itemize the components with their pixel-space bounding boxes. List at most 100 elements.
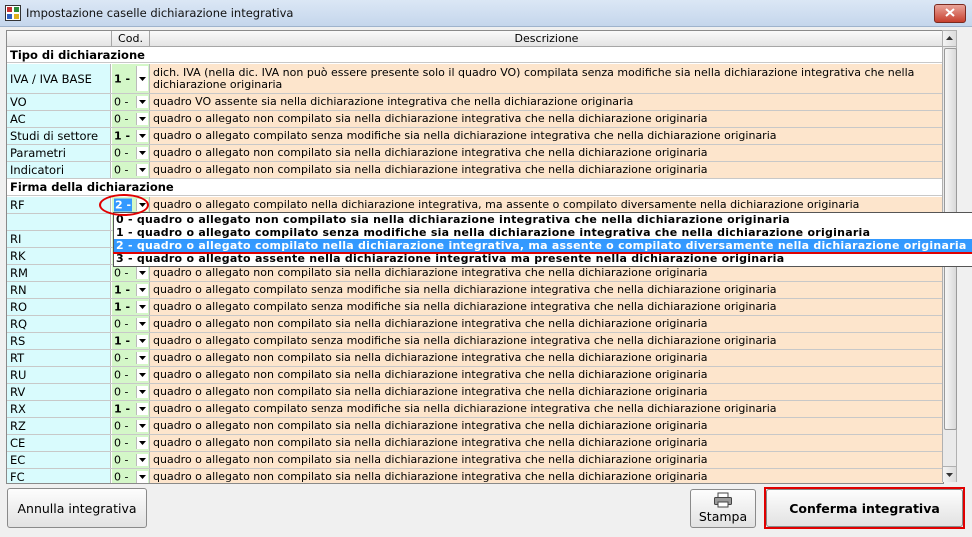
code-select[interactable]: 0 - [112,418,150,434]
cancel-integrative-button[interactable]: Annulla integrativa [7,488,147,528]
chevron-down-icon [139,271,146,275]
row-name: Indicatori [7,162,111,178]
row-name: RZ [7,418,111,434]
header-description: Descrizione [150,31,943,47]
code-select[interactable]: 1 - [112,401,150,417]
table-row: RZ 0 - quadro o allegato non compilato sia… [7,418,943,435]
row-description: quadro o allegato non compilato sia nell… [150,452,943,468]
app-icon [5,5,21,21]
printer-icon [714,492,732,508]
dropdown-button[interactable] [136,164,148,176]
row-description: quadro o allegato non compilato sia nell… [150,265,943,281]
code-select[interactable]: 0 - [112,367,150,383]
code-value: 1 - [114,300,131,314]
code-select[interactable]: 0 - [112,469,150,483]
row-description: quadro o allegato non compilato sia nell… [150,145,943,161]
row-name: RS [7,333,111,349]
chevron-down-icon [139,475,146,479]
table-row: EC 0 - quadro o allegato non compilato sia… [7,452,943,469]
row-name: CE [7,435,111,451]
dropdown-button[interactable] [136,335,148,347]
dropdown-button[interactable] [136,352,148,364]
dropdown-button[interactable] [136,301,148,313]
highlight-box [764,487,965,529]
row-name: RT [7,350,111,366]
row-name: RX [7,401,111,417]
row-description: quadro o allegato non compilato sia nell… [150,316,943,332]
dropdown-button[interactable] [136,454,148,466]
row-name: Studi di settore [7,128,111,144]
table-row: RN 1 - quadro o allegato compilato senza m… [7,282,943,299]
table-row: Studi di settore 1 - quadro o allegato com… [7,128,943,145]
dropdown-button[interactable] [136,318,148,330]
dropdown-button[interactable] [136,113,148,125]
code-select[interactable]: 1 - [112,128,150,144]
row-name [7,214,111,230]
code-select[interactable]: 1 - [112,299,150,315]
chevron-down-icon [139,441,146,445]
code-dropdown-list[interactable]: 0 - quadro o allegato non compilato sia … [113,212,972,267]
chevron-down-icon [139,151,146,155]
dropdown-button[interactable] [136,403,148,415]
chevron-down-icon [139,424,146,428]
dropdown-option[interactable]: 1 - quadro o allegato compilato senza mo… [114,226,972,239]
dropdown-button[interactable] [136,437,148,449]
code-select[interactable]: 1 - [112,64,150,93]
code-select[interactable]: 0 - [112,111,150,127]
table-row: AC 0 - quadro o allegato non compilato sia… [7,111,943,128]
code-value: 0 - [114,163,129,177]
chevron-down-icon [139,458,146,462]
code-select[interactable]: 0 - [112,162,150,178]
table-row: RU 0 - quadro o allegato non compilato sia… [7,367,943,384]
row-description: quadro o allegato non compilato sia nell… [150,469,943,483]
code-value: 1 - [114,402,131,416]
scroll-up-arrow[interactable] [943,31,956,47]
code-select[interactable]: 0 - [112,350,150,366]
chevron-down-icon [139,168,146,172]
code-select[interactable]: 0 - [112,384,150,400]
print-button-label: Stampa [698,509,748,524]
dropdown-button[interactable] [136,147,148,159]
code-select[interactable]: 0 - [112,452,150,468]
dropdown-button[interactable] [136,66,148,91]
code-value: 0 - [114,436,129,450]
row-description: quadro o allegato compilato senza modifi… [150,333,943,349]
code-select[interactable]: 1 - [112,282,150,298]
chevron-down-icon [139,76,146,81]
dropdown-button[interactable] [136,284,148,296]
code-value: 1 - [114,72,131,85]
table-row: RM 0 - quadro o allegato non compilato sia… [7,265,943,282]
dropdown-button[interactable] [136,420,148,432]
code-value: 0 - [114,368,129,382]
table-row: IVA / IVA BASE 1 - dich. IVA (nella dic. I… [7,64,943,94]
code-select[interactable]: 0 - [112,435,150,451]
code-value: 0 - [114,266,129,280]
close-button[interactable] [934,4,966,23]
code-select[interactable]: 1 - [112,333,150,349]
table-row: RS 1 - quadro o allegato compilato senza m… [7,333,943,350]
dropdown-button[interactable] [136,369,148,381]
code-select[interactable]: 0 - [112,145,150,161]
code-select[interactable]: 0 - [112,265,150,281]
table-row: Parametri 0 - quadro o allegato non compil… [7,145,943,162]
dropdown-button[interactable] [136,386,148,398]
row-description: quadro o allegato non compilato sia nell… [150,367,943,383]
dropdown-button[interactable] [136,267,148,279]
code-value: 1 - [114,129,131,143]
code-value: 0 - [114,351,129,365]
table-row: RO 1 - quadro o allegato compilato senza m… [7,299,943,316]
scroll-down-arrow[interactable] [943,466,956,482]
code-select[interactable]: 0 - [112,94,150,110]
row-name: Parametri [7,145,111,161]
code-select[interactable]: 0 - [112,316,150,332]
dropdown-button[interactable] [136,96,148,108]
dropdown-option-selected[interactable]: 2 - quadro o allegato compilato nella di… [114,239,972,252]
row-name: RU [7,367,111,383]
dropdown-button[interactable] [136,130,148,142]
row-name: IVA / IVA BASE [7,64,111,93]
print-button[interactable]: Stampa [690,489,756,528]
dropdown-button[interactable] [136,471,148,483]
dropdown-option[interactable]: 0 - quadro o allegato non compilato sia … [114,213,972,226]
table-row: RT 0 - quadro o allegato non compilato sia… [7,350,943,367]
row-name: EC [7,452,111,468]
